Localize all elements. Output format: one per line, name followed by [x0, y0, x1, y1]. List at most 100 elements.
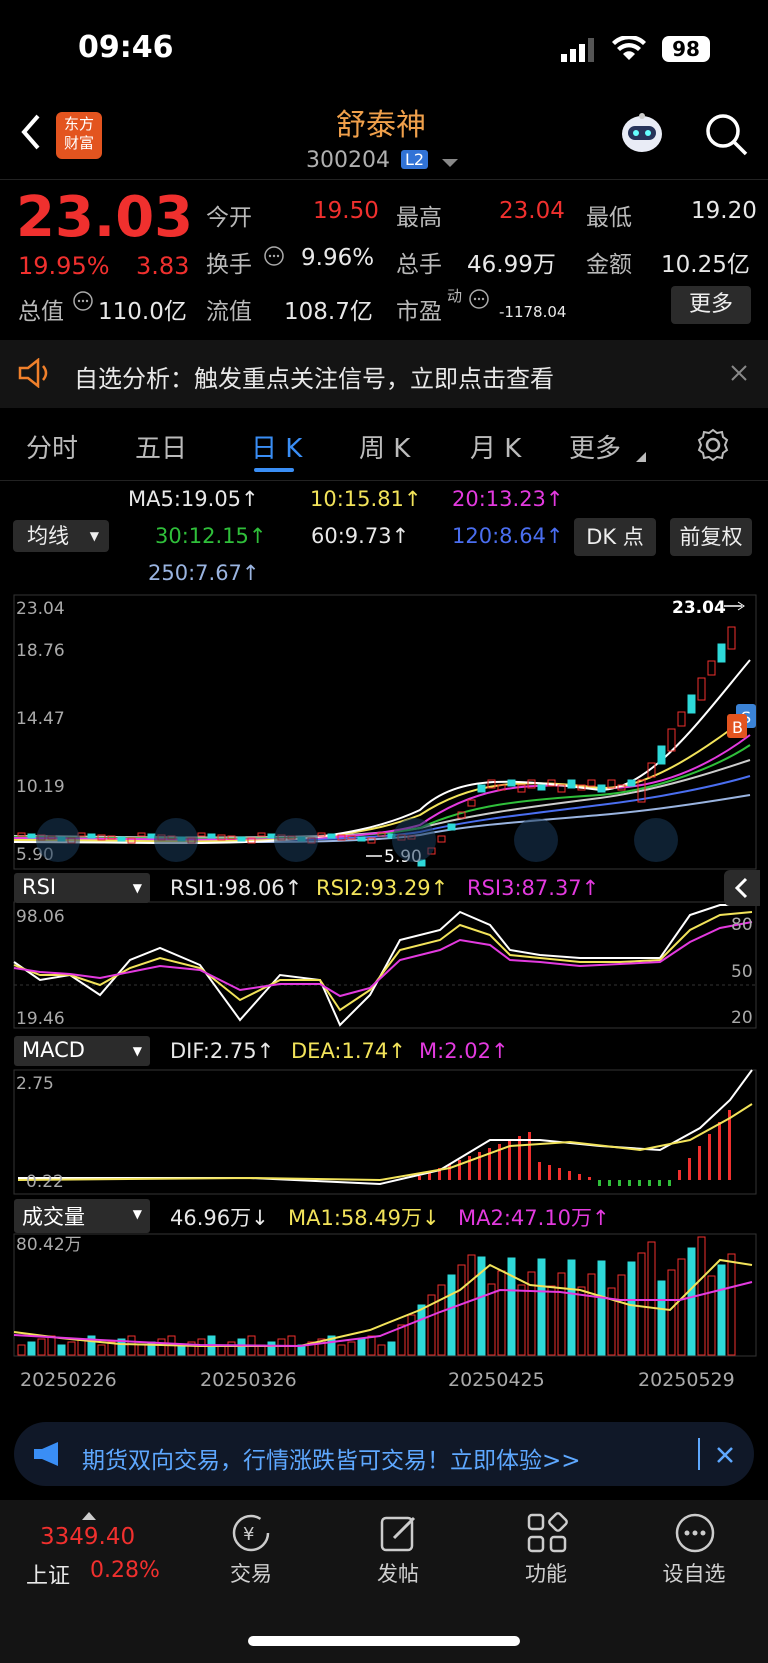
nav-trade[interactable]: 交易	[191, 1558, 311, 1588]
index-pct[interactable]: 0.28%	[90, 1558, 160, 1583]
volume-bar	[457, 1264, 466, 1356]
volume-label: 总手	[396, 252, 442, 278]
fuquan-button[interactable]: 前复权	[670, 518, 752, 556]
macd-bar	[588, 1177, 591, 1180]
candle	[507, 779, 516, 787]
volume-bar	[47, 1335, 56, 1356]
volume-bar	[37, 1338, 46, 1356]
trade-icon[interactable]: ¥	[230, 1512, 272, 1558]
dk-point-button[interactable]: DK 点	[574, 518, 656, 556]
ma60-legend: 60:9.73↑	[311, 524, 410, 548]
volume-bar	[267, 1341, 276, 1356]
macd-bar	[578, 1174, 581, 1180]
macd-bar	[558, 1168, 561, 1180]
index-name[interactable]: 上证	[26, 1558, 70, 1590]
macd-bar	[688, 1158, 691, 1180]
turnover-value: 9.96%	[301, 245, 375, 271]
macd-bar	[678, 1170, 681, 1180]
volume-selector[interactable]: 成交量 ▼	[14, 1199, 150, 1233]
turnover-label: 换手	[206, 252, 252, 278]
gear-icon[interactable]	[696, 428, 730, 466]
candle	[477, 784, 486, 793]
search-icon[interactable]	[704, 112, 748, 160]
ma-selector[interactable]: 均线 ▼	[13, 520, 109, 552]
ytick: 14.47	[16, 709, 65, 729]
tab-zhouk[interactable]: 周 K	[359, 428, 410, 465]
tab-yuek[interactable]: 月 K	[470, 428, 521, 465]
macd-bar	[628, 1180, 631, 1186]
volume-bar	[347, 1341, 356, 1356]
volume-bar	[337, 1344, 346, 1356]
tab-fenshi[interactable]: 分时	[26, 428, 78, 465]
volume-bar	[727, 1253, 736, 1356]
volume-bar	[417, 1304, 426, 1356]
notice-text[interactable]: 自选分析：触发重点关注信号，立即点击查看	[74, 359, 554, 394]
ma30-legend: 30:12.15↑	[155, 524, 267, 548]
volume-legend: 46.96万↓	[170, 1206, 269, 1230]
candle	[627, 779, 636, 787]
candle	[17, 832, 26, 837]
volume-bar	[647, 1241, 656, 1356]
nav-post[interactable]: 发帖	[338, 1558, 458, 1588]
candle	[207, 833, 216, 839]
close-icon[interactable]	[716, 1446, 734, 1468]
back-icon[interactable]	[18, 112, 44, 156]
macd-bar	[418, 1176, 421, 1180]
volume-bar	[357, 1338, 366, 1356]
robot-icon[interactable]	[618, 112, 666, 158]
collapse-icon[interactable]	[724, 870, 760, 906]
volume-bar	[467, 1254, 476, 1356]
grid-icon[interactable]	[526, 1512, 568, 1558]
volume-bar	[687, 1247, 696, 1356]
info-icon[interactable]	[263, 245, 285, 271]
macd-bar	[718, 1122, 721, 1180]
volume-bar	[17, 1344, 26, 1356]
candle	[137, 832, 146, 837]
info-icon[interactable]	[468, 288, 490, 314]
index-value[interactable]: 3349.40	[40, 1524, 135, 1550]
nav-function[interactable]: 功能	[486, 1558, 606, 1588]
kline-chart[interactable]: 23.04 18.76 14.47 10.19 5.90 23.04 5.90 …	[0, 590, 768, 1390]
tab-more[interactable]: 更多	[569, 428, 621, 465]
banner-text[interactable]: 期货双向交易，行情涨跌皆可交易！立即体验>>	[82, 1441, 581, 1475]
info-icon[interactable]	[72, 290, 94, 316]
status-time: 09:46	[78, 30, 174, 65]
macd-bar	[568, 1171, 571, 1180]
candle	[437, 835, 446, 843]
candle	[697, 677, 706, 701]
nav-add-watchlist[interactable]: 设自选	[634, 1558, 754, 1588]
rsi1-legend: RSI1:98.06↑	[170, 876, 303, 900]
candle	[707, 660, 716, 676]
close-icon[interactable]	[730, 364, 748, 386]
candle	[87, 833, 96, 839]
volume-bar	[387, 1341, 396, 1356]
tab-rik[interactable]: 日 K	[251, 428, 302, 465]
more-dots-icon[interactable]	[674, 1512, 716, 1558]
edit-icon[interactable]	[378, 1512, 420, 1558]
volume-bar	[127, 1335, 136, 1356]
macd-bar	[538, 1162, 541, 1180]
rsi-selector[interactable]: RSI ▼	[14, 873, 150, 903]
volume-bar	[547, 1285, 556, 1356]
candle	[657, 745, 666, 765]
more-button[interactable]: 更多	[671, 286, 751, 324]
candle	[27, 833, 36, 839]
m-legend: M:2.02↑	[419, 1039, 509, 1063]
l2-badge[interactable]: L2	[401, 150, 429, 169]
pe-label: 市盈	[396, 299, 442, 325]
macd-bar	[458, 1160, 461, 1180]
candle	[317, 832, 326, 837]
macd-selector[interactable]: MACD ▼	[14, 1036, 150, 1066]
macd-ytick: 2.75	[16, 1074, 54, 1094]
amount-label: 金额	[586, 252, 632, 278]
chevron-down-icon[interactable]	[442, 154, 458, 173]
triangle-icon	[636, 447, 646, 466]
candle	[467, 799, 476, 807]
vol-ma2-legend: MA2:47.10万↑	[458, 1206, 610, 1230]
volume-bar	[517, 1284, 526, 1356]
amount-value: 10.25亿	[661, 252, 750, 278]
candle	[237, 836, 246, 842]
candle	[687, 694, 696, 714]
tab-wuri[interactable]: 五日	[135, 428, 187, 465]
volume-bar	[717, 1264, 726, 1356]
